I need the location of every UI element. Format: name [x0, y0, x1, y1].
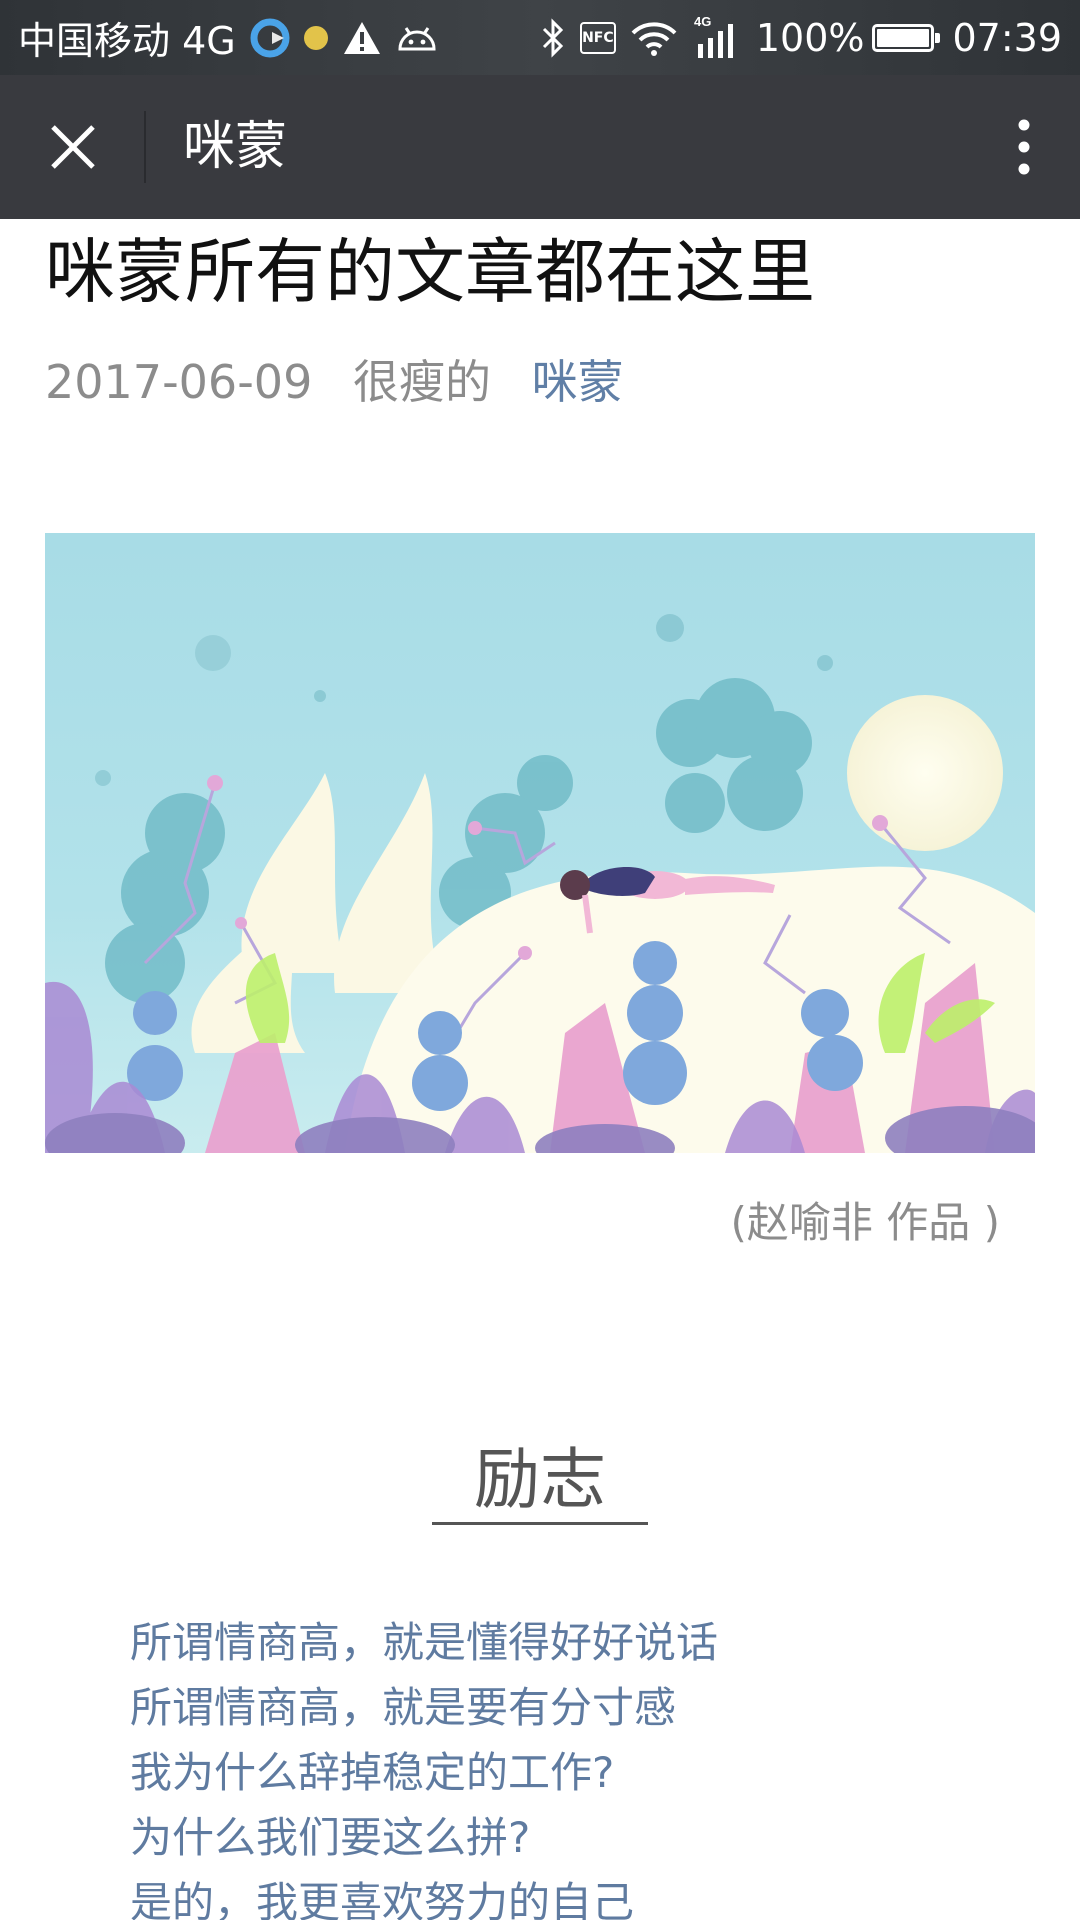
article-link[interactable]: 我为什么辞掉稳定的工作? — [130, 1740, 718, 1805]
section-underline — [432, 1522, 648, 1525]
page-title: 咪蒙 — [183, 117, 288, 177]
article-link[interactable]: 所谓情商高，就是要有分寸感 — [130, 1675, 718, 1740]
android-icon — [396, 23, 438, 53]
warning-icon — [342, 20, 382, 56]
close-button[interactable] — [30, 109, 116, 185]
battery-icon — [872, 23, 941, 52]
status-bar: 中国移动 4G NFC 4G 100% 07:39 — [0, 0, 1080, 75]
notification-dot — [303, 25, 328, 50]
article-illustration[interactable] — [45, 533, 1035, 1153]
nfc-badge: NFC — [579, 21, 616, 54]
article-title: 咪蒙所有的文章都在这里 — [45, 231, 815, 313]
notification-dot-icon — [303, 25, 328, 50]
status-left: 中国移动 4G — [18, 0, 438, 75]
wifi-icon — [630, 19, 678, 57]
section-heading: 励志 — [474, 1441, 606, 1518]
title-bar: 咪蒙 — [0, 75, 1080, 219]
more-options-button[interactable] — [992, 109, 1056, 185]
article-link-list: 所谓情商高，就是懂得好好说话 所谓情商高，就是要有分寸感 我为什么辞掉稳定的工作… — [130, 1610, 718, 1920]
signal-icon: 4G — [692, 14, 740, 62]
article-link[interactable]: 是的，我更喜欢努力的自己 — [130, 1870, 718, 1920]
status-right: NFC 4G 100% 07:39 — [526, 0, 1062, 75]
more-vertical-icon — [1018, 119, 1030, 175]
account-link[interactable]: 咪蒙 — [532, 355, 624, 409]
title-divider — [144, 111, 146, 183]
article-link[interactable]: 为什么我们要这么拼? — [130, 1805, 718, 1870]
carrier-label: 中国移动 4G — [18, 19, 236, 63]
bluetooth-icon — [540, 17, 566, 58]
network-badge: 4G — [694, 14, 711, 29]
wechat-article-screen: 中国移动 4G NFC 4G 100% 07:39 咪蒙 咪蒙所有的文章都在这里… — [0, 0, 1080, 1920]
article-meta: 2017-06-09 很瘦的 咪蒙 — [45, 350, 650, 414]
battery-percent: 100% — [755, 15, 865, 60]
illustration-artwork — [45, 533, 1035, 1153]
browser-app-icon — [250, 18, 290, 58]
article-link[interactable]: 所谓情商高，就是懂得好好说话 — [130, 1610, 718, 1675]
clock: 07:39 — [952, 15, 1062, 60]
battery-fill — [877, 28, 930, 47]
nfc-icon: NFC — [579, 21, 616, 54]
author-name: 很瘦的 — [352, 355, 491, 409]
image-caption: (赵喻非 作品 ) — [730, 1198, 1000, 1247]
close-icon — [51, 125, 95, 169]
publish-date: 2017-06-09 — [45, 355, 313, 409]
